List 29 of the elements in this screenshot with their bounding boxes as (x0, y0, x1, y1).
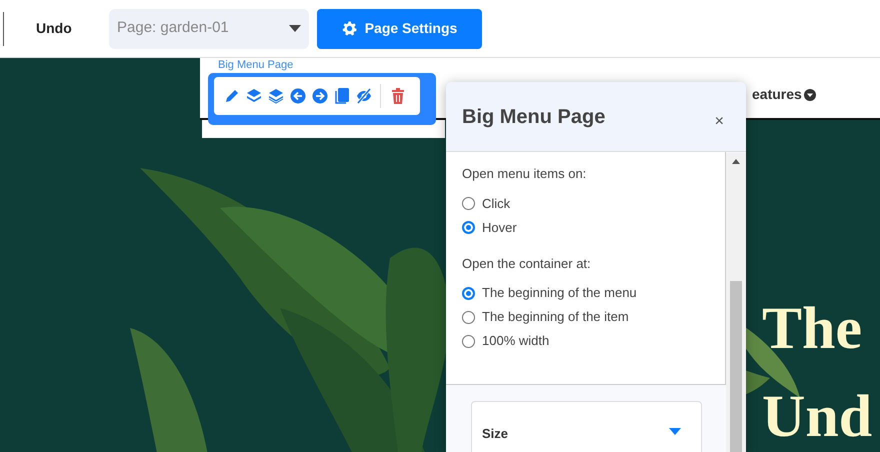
hero-heading: The (762, 298, 862, 358)
undo-button[interactable]: Undo (36, 18, 109, 39)
selection-label: Big Menu Page (218, 58, 294, 72)
size-label: Size (482, 425, 508, 443)
scrollbar[interactable] (726, 153, 746, 452)
radio-button[interactable] (462, 197, 475, 210)
size-dropdown[interactable]: Size (471, 401, 702, 452)
group-label: Open menu items on: (462, 165, 588, 183)
hero-heading: Und (762, 386, 872, 446)
gear-icon (342, 21, 357, 36)
caret-circle-icon (804, 88, 816, 100)
radio-label: The beginning of the menu (482, 284, 637, 302)
scrollbar-thumb[interactable] (730, 281, 742, 452)
page-select-placeholder: Page: garden-01 (117, 18, 229, 38)
nav-item[interactable]: eatures (752, 84, 802, 105)
radio-button[interactable] (462, 221, 475, 234)
group-label: Open the container at: (462, 254, 592, 273)
radio-label: Hover (482, 218, 517, 237)
radio-label: Click (482, 194, 510, 213)
panel-title: Big Menu Page (462, 104, 606, 128)
page-settings-button[interactable]: Page Settings (317, 8, 482, 48)
scroll-up-icon[interactable] (732, 159, 740, 164)
radio-button[interactable] (462, 286, 475, 300)
radio-button[interactable] (462, 310, 475, 324)
radio-label: The beginning of the item (482, 308, 629, 326)
radio-button[interactable] (462, 334, 475, 348)
close-button[interactable]: × (708, 108, 730, 134)
radio-label: 100% width (482, 332, 550, 350)
caret-icon (289, 24, 301, 32)
